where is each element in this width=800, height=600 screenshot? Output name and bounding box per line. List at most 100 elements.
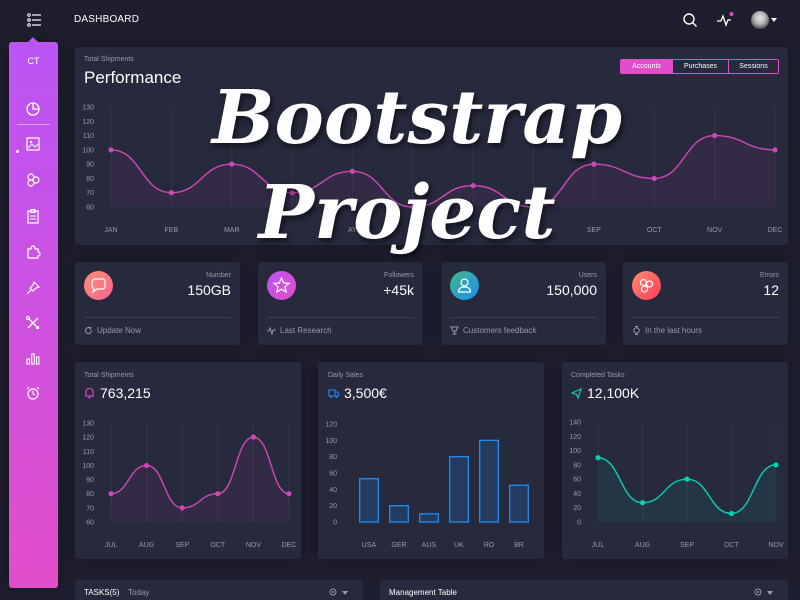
brand-title[interactable]: DASHBOARD bbox=[74, 14, 139, 25]
tasks-panel: TASKS(5) Today bbox=[75, 580, 363, 600]
y-tick-label: 40 bbox=[573, 491, 581, 498]
activity-icon[interactable] bbox=[716, 11, 734, 29]
top-navbar: DASHBOARD bbox=[0, 0, 800, 40]
avatar[interactable] bbox=[751, 11, 769, 29]
y-tick-label: 100 bbox=[569, 448, 581, 455]
settings-icon[interactable] bbox=[328, 587, 338, 597]
stat-card-number: Number 150GB Update Now bbox=[75, 262, 240, 345]
tasks-category: Completed Tasks bbox=[571, 372, 625, 379]
data-point bbox=[639, 500, 646, 506]
tools-icon[interactable] bbox=[25, 315, 41, 331]
data-point bbox=[108, 491, 114, 497]
y-tick-label: 90 bbox=[86, 477, 94, 484]
management-table-title: Management Table bbox=[389, 588, 457, 597]
y-tick-label: 80 bbox=[573, 462, 581, 469]
bar-chart-icon[interactable] bbox=[25, 350, 41, 366]
shipments-category: Total Shipments bbox=[84, 372, 134, 379]
stat-footer[interactable]: Update Now bbox=[84, 326, 141, 335]
divider bbox=[632, 317, 779, 318]
sales-chart: 0 20 40 60 80 100 120 USA GER AUS UK RO BR bbox=[325, 422, 529, 549]
performance-category: Total Shipments bbox=[84, 56, 134, 63]
sessions-button[interactable]: Sessions bbox=[729, 59, 779, 74]
y-tick-label: 40 bbox=[329, 487, 337, 494]
stat-value: 150GB bbox=[187, 282, 231, 298]
sales-category: Daily Sales bbox=[328, 372, 364, 379]
bar bbox=[509, 484, 529, 523]
x-tick-label: NOV bbox=[246, 542, 262, 549]
management-table-panel: Management Table bbox=[380, 580, 788, 600]
data-point bbox=[591, 161, 597, 167]
stat-value: 12 bbox=[763, 282, 779, 298]
caret-down-icon[interactable] bbox=[767, 591, 773, 595]
watermark-line-2: Project bbox=[258, 170, 556, 256]
y-tick-label: 20 bbox=[329, 503, 337, 510]
settings-icon[interactable] bbox=[753, 587, 763, 597]
bar bbox=[359, 478, 379, 523]
data-point bbox=[728, 510, 735, 517]
data-point bbox=[595, 455, 601, 461]
x-tick-label: BR bbox=[514, 542, 524, 549]
y-tick-label: 120 bbox=[325, 422, 337, 429]
tasks-panel-title: TASKS(5) bbox=[84, 588, 120, 597]
y-tick-label: 80 bbox=[86, 491, 94, 498]
x-tick-label: AUG bbox=[139, 542, 154, 549]
stat-label: Number bbox=[206, 272, 231, 279]
trophy-icon bbox=[450, 326, 459, 335]
y-tick-label: 60 bbox=[573, 477, 581, 484]
y-tick-label: 90 bbox=[86, 162, 94, 169]
bell-icon bbox=[85, 387, 94, 399]
x-tick-label: DEC bbox=[282, 542, 297, 549]
x-tick-label: AUG bbox=[635, 542, 650, 549]
x-tick-label: UK bbox=[454, 542, 464, 549]
x-tick-label: JUL bbox=[592, 542, 605, 549]
data-point bbox=[179, 505, 185, 511]
y-tick-label: 120 bbox=[82, 435, 94, 442]
refresh-icon bbox=[85, 326, 92, 334]
stat-footer[interactable]: Last Research bbox=[267, 326, 332, 335]
y-tick-label: 70 bbox=[86, 505, 94, 512]
x-tick-label: AUS bbox=[422, 542, 437, 549]
search-icon[interactable] bbox=[681, 11, 699, 29]
stat-card-errors: Errors 12 In the last hours bbox=[623, 262, 788, 345]
stat-footer[interactable]: In the last hours bbox=[632, 326, 702, 335]
bar bbox=[419, 513, 439, 523]
stat-value: +45k bbox=[383, 282, 414, 298]
y-tick-label: 60 bbox=[86, 520, 94, 527]
bar bbox=[389, 505, 409, 523]
sidebar-logo[interactable]: CT bbox=[9, 56, 58, 66]
y-tick-label: 100 bbox=[325, 438, 337, 445]
x-tick-label: GER bbox=[391, 542, 406, 549]
x-tick-label: SEP bbox=[680, 542, 694, 549]
caret-down-icon[interactable] bbox=[342, 591, 348, 595]
x-tick-label: RO bbox=[484, 542, 495, 549]
bar bbox=[449, 456, 469, 523]
area-fill bbox=[111, 437, 289, 522]
chat-icon bbox=[84, 271, 113, 300]
stat-footer-text: In the last hours bbox=[645, 326, 702, 335]
stat-footer-text: Update Now bbox=[97, 326, 142, 335]
purchases-button[interactable]: Purchases bbox=[673, 59, 729, 74]
x-tick-label: OCT bbox=[724, 542, 740, 549]
data-point bbox=[215, 491, 221, 497]
stat-footer[interactable]: Customers feedback bbox=[450, 326, 536, 335]
data-point bbox=[684, 476, 690, 482]
stat-value: 150,000 bbox=[546, 282, 597, 298]
stat-card-users: Users 150,000 Customers feedback bbox=[441, 262, 606, 345]
y-tick-label: 140 bbox=[569, 420, 581, 427]
stat-footer-text: Last Research bbox=[280, 326, 332, 335]
accounts-button[interactable]: Accounts bbox=[620, 59, 673, 74]
bar bbox=[479, 439, 499, 523]
stat-footer-text: Customers feedback bbox=[463, 326, 537, 335]
tasks-chart: 0 20 40 60 80 100 120 140 JUL AUG SEP OCT NOV bbox=[569, 420, 784, 550]
pin-icon[interactable] bbox=[25, 280, 41, 296]
menu-icon[interactable] bbox=[26, 12, 42, 28]
user-icon bbox=[450, 271, 479, 300]
alarm-clock-icon[interactable] bbox=[25, 385, 41, 401]
y-tick-label: 110 bbox=[83, 449, 94, 456]
stat-label: Errors bbox=[759, 272, 779, 279]
x-tick-label: JUL bbox=[105, 542, 118, 549]
x-tick-label: OCT bbox=[210, 542, 226, 549]
watch-icon bbox=[633, 326, 640, 335]
caret-down-icon[interactable] bbox=[771, 18, 777, 22]
y-tick-label: 80 bbox=[329, 454, 337, 461]
